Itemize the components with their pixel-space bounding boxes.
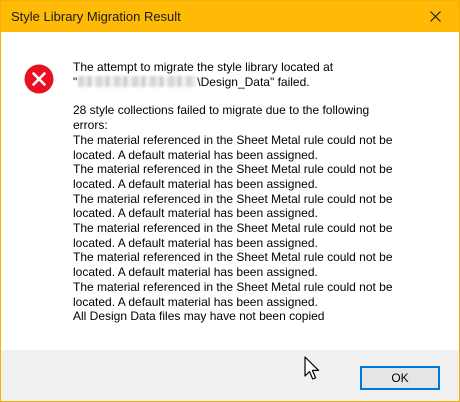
close-button[interactable] — [413, 1, 459, 32]
error-line: located. A default material has been ass… — [73, 206, 318, 221]
message-text: The attempt to migrate the style library… — [73, 60, 445, 324]
error-line: The material referenced in the Sheet Met… — [73, 250, 393, 265]
window-title: Style Library Migration Result — [11, 9, 181, 24]
final-note: All Design Data files may have not been … — [73, 309, 325, 324]
error-line: The material referenced in the Sheet Met… — [73, 162, 393, 177]
error-line: located. A default material has been ass… — [73, 176, 318, 191]
error-line: located. A default material has been ass… — [73, 147, 318, 162]
title-bar[interactable]: Style Library Migration Result — [1, 1, 459, 32]
error-line: The material referenced in the Sheet Met… — [73, 221, 393, 236]
error-icon — [24, 64, 54, 94]
mouse-pointer-icon — [304, 356, 320, 380]
redacted-path — [78, 75, 197, 87]
error-line: located. A default material has been ass… — [73, 265, 318, 280]
error-line: The material referenced in the Sheet Met… — [73, 191, 393, 206]
close-icon — [430, 11, 441, 22]
summary-line: errors: — [73, 118, 108, 133]
button-bar: OK — [1, 350, 459, 401]
error-line: located. A default material has been ass… — [73, 235, 318, 250]
path-prefix: " — [73, 74, 78, 89]
error-line: The material referenced in the Sheet Met… — [73, 279, 393, 294]
summary-line: 28 style collections failed to migrate d… — [73, 103, 370, 118]
message-dialog: Style Library Migration Result The attem… — [0, 0, 460, 402]
ok-button[interactable]: OK — [360, 366, 440, 390]
library-path: " \Design_Data" failed. — [73, 75, 445, 90]
dialog-content: The attempt to migrate the style library… — [1, 32, 459, 350]
error-line: located. A default material has been ass… — [73, 294, 318, 309]
path-suffix: \Design_Data" failed. — [197, 74, 310, 89]
error-line: The material referenced in the Sheet Met… — [73, 132, 393, 147]
message-intro: The attempt to migrate the style library… — [73, 60, 334, 74]
